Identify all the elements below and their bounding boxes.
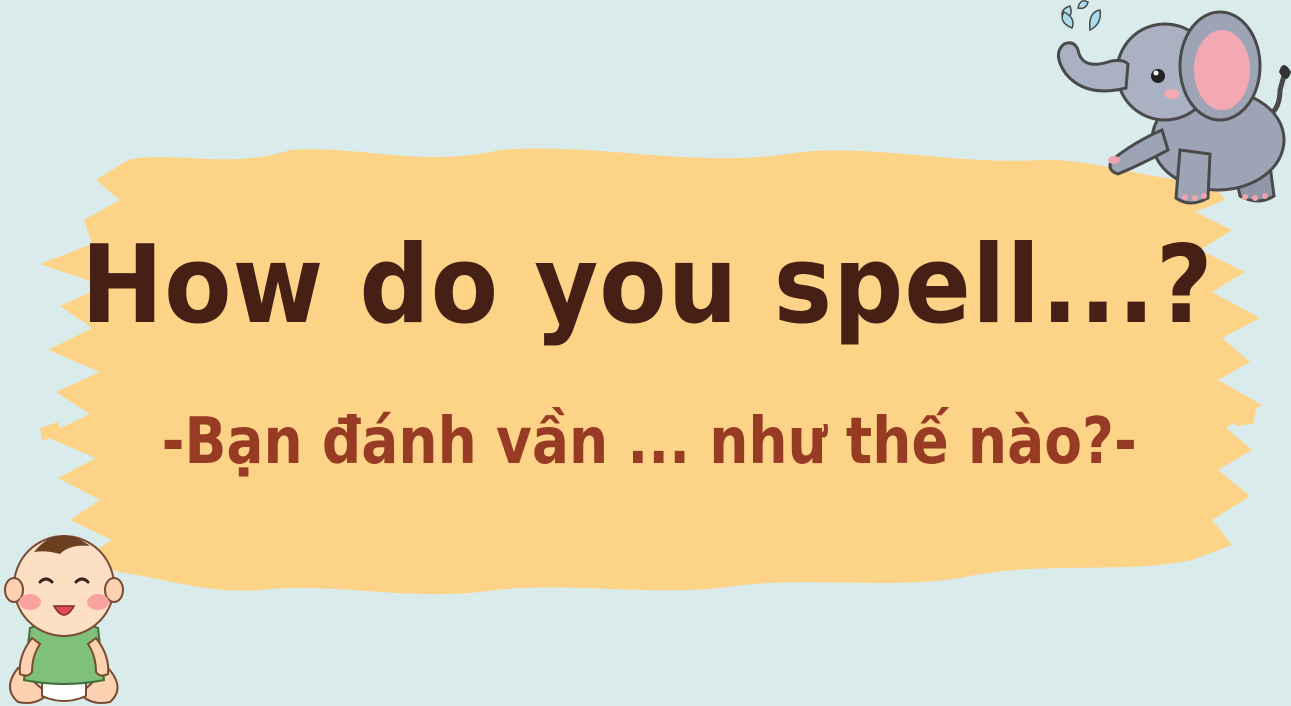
banner-title: How do you spell...? xyxy=(80,223,1214,348)
water-splash-icon xyxy=(1061,0,1102,32)
banner-subtitle: -Bạn đánh vần ... như thế nào?- xyxy=(161,405,1137,479)
poster-canvas: How do you spell...? -Bạn đánh vần ... n… xyxy=(0,0,1291,706)
elephant-illustration xyxy=(1057,0,1291,205)
baby-illustration xyxy=(4,535,124,704)
